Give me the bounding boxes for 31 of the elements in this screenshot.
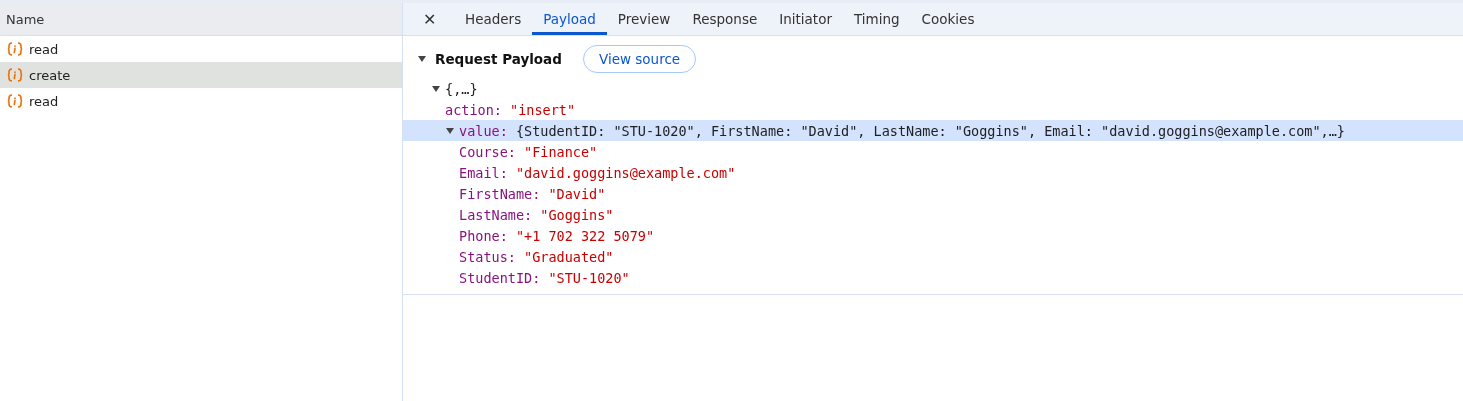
tab[interactable]: Preview <box>606 3 682 35</box>
tree-property: Course: "Finance" <box>458 142 599 162</box>
tab[interactable]: Cookies <box>910 3 986 35</box>
request-row[interactable]: create <box>0 62 402 88</box>
request-name: read <box>29 93 59 109</box>
tree-property: Email: "david.goggins@example.com" <box>458 163 737 183</box>
tab[interactable]: Initiator <box>768 3 843 35</box>
view-source-button[interactable]: View source <box>583 45 697 73</box>
request-name: read <box>29 41 59 57</box>
tab[interactable]: Payload <box>532 3 607 35</box>
tree-property: action: "insert" <box>444 100 577 120</box>
tree-property: LastName: "Goggins" <box>458 205 615 225</box>
tree-property: Phone: "+1 702 322 5079" <box>458 226 656 246</box>
tree-property: StudentID: "STU-1020" <box>458 268 631 288</box>
braces-icon <box>7 68 23 82</box>
request-name: create <box>29 67 71 83</box>
tab[interactable]: Response <box>681 3 769 35</box>
tab[interactable]: Timing <box>843 3 911 35</box>
collapse-icon[interactable] <box>417 55 427 63</box>
close-button[interactable]: ✕ <box>417 3 442 35</box>
tab[interactable]: Headers <box>454 3 533 35</box>
section-title[interactable]: Request Payload <box>417 51 583 67</box>
expand-icon[interactable] <box>431 84 441 93</box>
tree-node[interactable]: value: {StudentID: "STU-1020", FirstName: "David", LastName: "Goggins", Email: "david.goggins@example.com",…} <box>403 120 1463 141</box>
expand-icon[interactable] <box>445 126 455 135</box>
braces-icon <box>7 94 23 108</box>
column-header[interactable]: Name <box>0 3 402 36</box>
tree-property: FirstName: "David" <box>458 184 607 204</box>
tree-property: Status: "Graduated" <box>458 247 615 267</box>
braces-icon <box>7 42 23 56</box>
tree-node[interactable]: {,…} <box>403 78 1463 99</box>
